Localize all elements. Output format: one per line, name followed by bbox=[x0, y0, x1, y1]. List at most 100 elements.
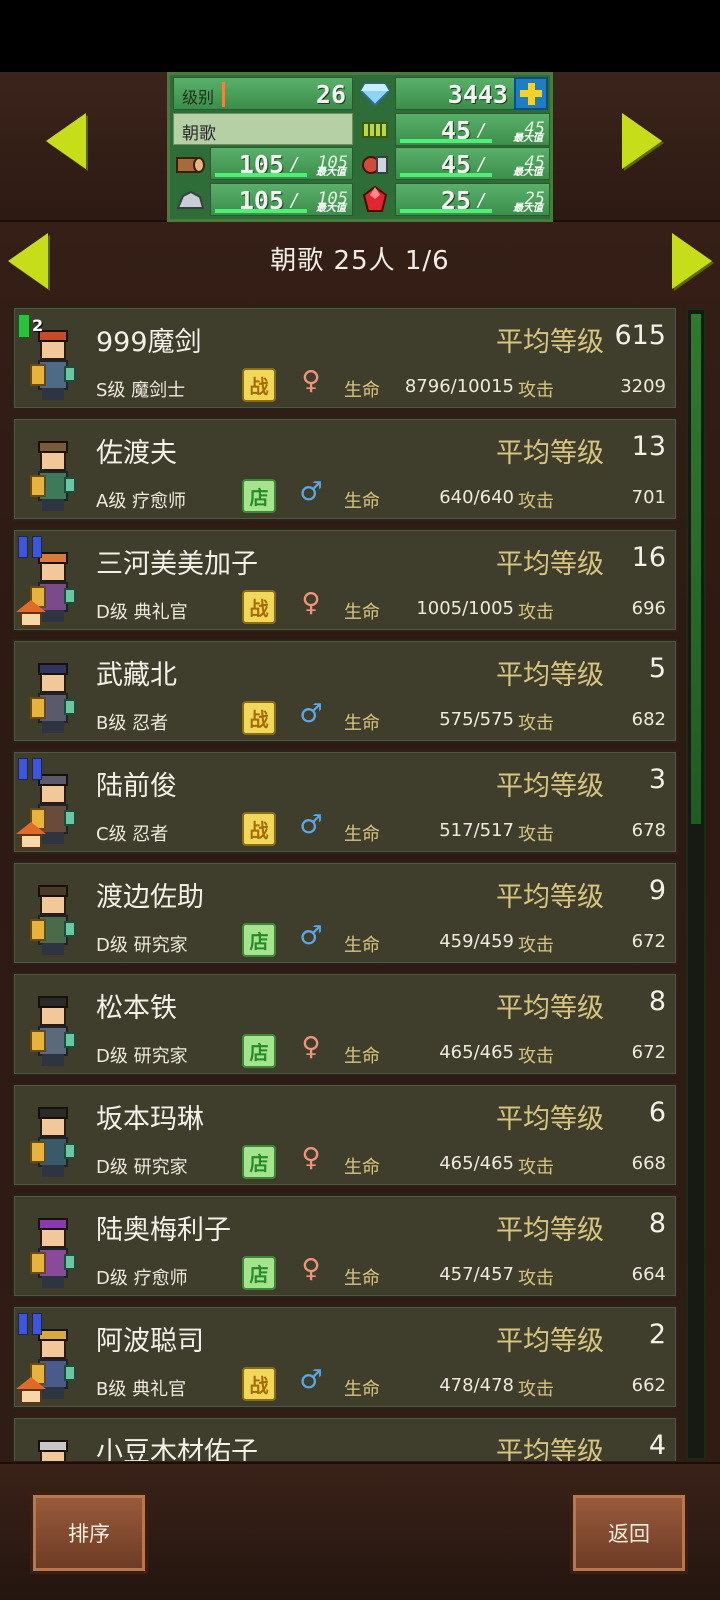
female-icon: ♀ bbox=[301, 1254, 321, 1284]
attack-label: 攻击 bbox=[518, 824, 554, 845]
hp-value: 478/478 bbox=[439, 1375, 514, 1396]
character-portrait bbox=[16, 1200, 90, 1294]
character-row[interactable]: 阿波聪司 平均等级 2 B级 典礼官 战 ♂ 生命 478/478 攻击 662 bbox=[12, 1305, 678, 1409]
character-portrait bbox=[16, 645, 90, 739]
role-badge-icon: 战 bbox=[242, 368, 276, 402]
role-badge-icon: 店 bbox=[242, 1034, 276, 1068]
pair-icon bbox=[16, 534, 54, 560]
role-badge-icon: 战 bbox=[242, 701, 276, 735]
character-portrait bbox=[16, 756, 90, 850]
character-row[interactable]: 松本铁 平均等级 8 D级 研究家 店 ♀ 生命 465/465 攻击 672 bbox=[12, 972, 678, 1076]
avg-level-value: 13 bbox=[631, 431, 666, 462]
hp-label: 生命 bbox=[344, 380, 380, 401]
male-icon: ♂ bbox=[299, 810, 323, 840]
attack-value: 3209 bbox=[620, 376, 666, 397]
character-row[interactable]: 小豆木材佑子 平均等级 4 bbox=[12, 1416, 678, 1461]
rank-badge-number: 2 bbox=[32, 316, 44, 335]
character-portrait bbox=[16, 1422, 90, 1461]
meat-bar bbox=[400, 173, 492, 177]
back-button[interactable]: 返回 bbox=[570, 1492, 688, 1574]
character-portrait bbox=[16, 423, 90, 517]
character-class: B级 典礼官 bbox=[96, 1379, 187, 1400]
ruby-cell: 25 / 25 最大值 bbox=[395, 183, 550, 216]
hp-label: 生命 bbox=[344, 602, 380, 623]
character-row[interactable]: 2 999魔剑 平均等级 615 S级 魔剑士 战 ♀ 生命 8796/10015 攻击 3209 bbox=[12, 306, 678, 410]
hp-value: 575/575 bbox=[439, 709, 514, 730]
ore-max-label: 最大值 bbox=[316, 203, 346, 214]
character-name: 佐渡夫 bbox=[96, 438, 177, 469]
attack-value: 672 bbox=[631, 931, 666, 952]
character-list[interactable]: 2 999魔剑 平均等级 615 S级 魔剑士战 ♀ 生命 8796/10015 攻击 3209 佐… bbox=[12, 306, 678, 1461]
character-portrait bbox=[16, 867, 90, 961]
role-badge-icon: 店 bbox=[242, 923, 276, 957]
next-arrow-icon[interactable] bbox=[622, 113, 662, 169]
add-gems-button[interactable] bbox=[514, 77, 548, 110]
role-badge-icon: 战 bbox=[242, 590, 276, 624]
attack-label: 攻击 bbox=[518, 1268, 554, 1289]
pair-icon bbox=[16, 1311, 54, 1337]
character-row[interactable]: 渡边佐助 平均等级 9 D级 研究家 店 ♂ 生命 459/459 攻击 672 bbox=[12, 861, 678, 965]
character-name: 武藏北 bbox=[96, 660, 177, 691]
scrollbar-thumb[interactable] bbox=[691, 314, 701, 824]
character-class: B级 忍者 bbox=[96, 713, 169, 734]
attack-value: 668 bbox=[631, 1153, 666, 1174]
crop-cell: 45 / 45 最大值 bbox=[395, 113, 550, 146]
character-portrait bbox=[16, 978, 90, 1072]
scrollbar[interactable] bbox=[686, 308, 706, 1460]
role-badge-icon: 店 bbox=[242, 1256, 276, 1290]
crop-bar bbox=[400, 139, 492, 143]
crop-max-label: 最大值 bbox=[513, 133, 543, 144]
sort-button[interactable]: 排序 bbox=[30, 1492, 148, 1574]
avg-level-value: 8 bbox=[648, 1208, 666, 1239]
avg-level-label: 平均等级 bbox=[496, 327, 604, 358]
next-city-arrow-icon[interactable] bbox=[672, 233, 712, 289]
gems-cell: 3443 bbox=[395, 77, 515, 110]
crop-icon bbox=[358, 113, 392, 146]
character-row[interactable]: 佐渡夫 平均等级 13 A级 疗愈师 店 ♂ 生命 640/640 攻击 701 bbox=[12, 417, 678, 521]
female-icon: ♀ bbox=[301, 366, 321, 396]
character-name: 坂本玛琳 bbox=[96, 1104, 204, 1135]
screen: 级别 26 3443 朝歌 45 / 45 最大值 105 / 105 最大值 … bbox=[0, 0, 720, 1600]
avg-level-value: 16 bbox=[631, 542, 666, 573]
hp-label: 生命 bbox=[344, 935, 380, 956]
female-icon: ♀ bbox=[301, 1143, 321, 1173]
hp-value: 517/517 bbox=[439, 820, 514, 841]
avg-level-label: 平均等级 bbox=[496, 1437, 604, 1461]
avg-level-value: 3 bbox=[648, 764, 666, 795]
avatar-sprite bbox=[30, 1218, 76, 1288]
character-row[interactable]: 陆前俊 平均等级 3 C级 忍者 战 ♂ 生命 517/517 攻击 678 bbox=[12, 750, 678, 854]
meat-icon bbox=[358, 147, 392, 180]
character-portrait bbox=[16, 534, 90, 628]
attack-value: 701 bbox=[631, 487, 666, 508]
role-badge-icon: 店 bbox=[242, 479, 276, 513]
character-row[interactable]: 武藏北 平均等级 5 B级 忍者 战 ♂ 生命 575/575 攻击 682 bbox=[12, 639, 678, 743]
ore-slash: / bbox=[291, 190, 298, 211]
male-icon: ♂ bbox=[299, 699, 323, 729]
city-name: 朝歌 bbox=[182, 124, 216, 144]
wood-cell: 105 / 105 最大值 bbox=[210, 147, 353, 180]
meat-slash: / bbox=[478, 154, 485, 175]
prev-arrow-icon[interactable] bbox=[46, 113, 86, 169]
avg-level-label: 平均等级 bbox=[496, 1326, 604, 1357]
character-row[interactable]: 坂本玛琳 平均等级 6 D级 研究家 店 ♀ 生命 465/465 攻击 668 bbox=[12, 1083, 678, 1187]
character-row[interactable]: 陆奥梅利子 平均等级 8 D级 疗愈师 店 ♀ 生命 457/457 攻击 664 bbox=[12, 1194, 678, 1298]
level-value: 26 bbox=[315, 80, 346, 109]
hp-label: 生命 bbox=[344, 491, 380, 512]
character-name: 松本铁 bbox=[96, 993, 177, 1024]
attack-value: 664 bbox=[631, 1264, 666, 1285]
male-icon: ♂ bbox=[299, 1365, 323, 1395]
attack-value: 678 bbox=[631, 820, 666, 841]
character-class: D级 疗愈师 bbox=[96, 1268, 188, 1289]
female-icon: ♀ bbox=[301, 1032, 321, 1062]
diamond-icon bbox=[358, 77, 392, 110]
avg-level-label: 平均等级 bbox=[496, 1215, 604, 1246]
attack-label: 攻击 bbox=[518, 935, 554, 956]
ruby-bar bbox=[400, 209, 492, 213]
character-row[interactable]: 三河美美加子 平均等级 16 D级 典礼官 战 ♀ 生命 1005/1005 攻击 696 bbox=[12, 528, 678, 632]
avg-level-value: 5 bbox=[648, 653, 666, 684]
meat-max-label: 最大值 bbox=[513, 167, 543, 178]
hp-label: 生命 bbox=[344, 713, 380, 734]
resource-panel: 级别 26 3443 朝歌 45 / 45 最大值 105 / 105 最大值 … bbox=[167, 72, 553, 222]
status-bar bbox=[0, 0, 720, 72]
ore-icon bbox=[173, 183, 207, 216]
